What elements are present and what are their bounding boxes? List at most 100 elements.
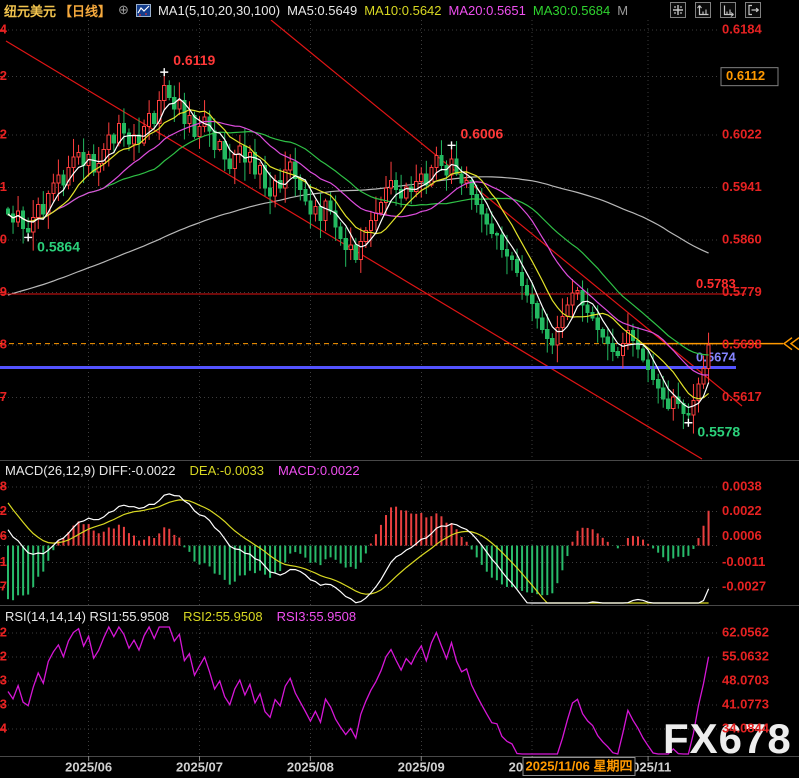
- candle-body: [495, 234, 498, 235]
- timeframe-m-label[interactable]: M: [617, 3, 628, 18]
- candle-body: [657, 379, 660, 387]
- rsi1-label: RSI(14,14,14) RSI1:55.9508: [5, 609, 169, 624]
- candle-body: [520, 272, 523, 285]
- crosshair-move-icon[interactable]: [670, 2, 686, 18]
- candle-body: [319, 206, 322, 220]
- candle-body: [243, 146, 246, 162]
- candle-body: [153, 114, 156, 124]
- candle-body: [289, 162, 292, 170]
- rsi2-label: RSI2:55.9508: [183, 609, 263, 624]
- candle-body: [112, 135, 115, 143]
- candle-body: [344, 239, 347, 250]
- symbol-name[interactable]: 纽元美元: [4, 1, 56, 20]
- candle-body: [435, 156, 438, 168]
- candle-body: [546, 329, 549, 338]
- macd-chart-panel[interactable]: 0.00380.00380.00220.00220.00060.0006-0.0…: [0, 480, 799, 605]
- candle-body: [77, 152, 80, 157]
- y-axis-label-clipped: 0.0006: [0, 528, 7, 543]
- candle-body: [379, 202, 382, 212]
- y-axis-label: 55.0632: [722, 648, 769, 663]
- candle-body: [641, 349, 644, 360]
- exit-fullscreen-icon[interactable]: [745, 2, 761, 18]
- period-label[interactable]: 【日线】: [59, 1, 111, 20]
- y-axis-label-clipped: 0.6184: [0, 21, 8, 36]
- chart-type-icon[interactable]: [136, 4, 151, 17]
- y-axis-label: 34.0844: [722, 720, 770, 735]
- candle-body: [490, 224, 493, 234]
- dea-line: [8, 500, 709, 603]
- candle-body: [450, 159, 453, 175]
- y-axis-zoom-icon[interactable]: [695, 2, 711, 18]
- x-axis-zoom-icon[interactable]: [720, 2, 736, 18]
- y-axis-label-clipped: 34.0844: [0, 720, 8, 735]
- y-axis-label-clipped: 0.5617: [0, 389, 7, 404]
- candle-body: [531, 295, 534, 303]
- candle-body: [208, 117, 211, 131]
- x-axis-label: 2025/06: [65, 759, 112, 774]
- candle-body: [107, 135, 110, 149]
- candle-body: [672, 397, 675, 409]
- candle-body: [218, 141, 221, 149]
- y-axis-label-clipped: 55.0632: [0, 648, 7, 663]
- crosshair-date-label: 2025/11/06 星期四: [526, 758, 633, 773]
- macd-header: MACD(26,12,9) DIFF:-0.0022 DEA:-0.0033 M…: [5, 463, 360, 478]
- swing-point-cross-icon: [24, 233, 32, 241]
- candle-body: [510, 256, 513, 259]
- candle-body: [601, 329, 604, 337]
- candle-body: [687, 414, 690, 415]
- candle-body: [178, 101, 181, 109]
- candle-body: [576, 291, 579, 294]
- macd-histogram: [8, 507, 709, 601]
- candle-body: [339, 227, 342, 239]
- y-axis-label: 0.5698: [722, 336, 762, 351]
- candle-body: [646, 360, 649, 370]
- rsi-chart-panel[interactable]: FX67862.056262.056255.063255.063248.0703…: [0, 625, 799, 756]
- macd-dea-label: DEA:-0.0033: [190, 463, 264, 478]
- y-axis-label-clipped: 41.0773: [0, 696, 7, 711]
- candle-body: [37, 204, 40, 217]
- price-chart-panel[interactable]: 0.57830.56740.58640.61190.60060.55780.61…: [0, 20, 799, 460]
- candle-body: [515, 259, 518, 272]
- y-axis-label: 0.0006: [722, 528, 762, 543]
- candle-body: [445, 165, 448, 175]
- candle-body: [274, 180, 277, 196]
- swing-price-label: 0.6119: [173, 52, 215, 68]
- candle-body: [505, 250, 508, 256]
- toolbar-icons: [670, 2, 761, 18]
- y-axis-label-clipped: 0.5860: [0, 231, 7, 246]
- y-axis-label: 41.0773: [722, 696, 769, 711]
- candle-body: [369, 221, 372, 231]
- candle-body: [148, 114, 151, 127]
- candle-body: [485, 214, 488, 224]
- rsi-header: RSI(14,14,14) RSI1:55.9508 RSI2:55.9508 …: [5, 609, 356, 624]
- y-axis-label-clipped: -0.0011: [0, 554, 7, 569]
- x-axis-label: 2025/08: [287, 759, 334, 774]
- candle-body: [586, 305, 589, 313]
- y-axis-label: -0.0027: [722, 579, 766, 594]
- candle-body: [606, 337, 609, 343]
- candle-body: [571, 293, 574, 305]
- x-axis-bar[interactable]: 2025/062025/072025/082025/092025/102025/…: [0, 756, 799, 778]
- y-axis-label-clipped: 0.0022: [0, 503, 7, 518]
- swing-point-cross-icon: [160, 68, 168, 76]
- candle-body: [394, 180, 397, 189]
- candle-body: [6, 209, 9, 214]
- y-axis-label: 62.0562: [722, 625, 769, 639]
- crosshair-price-label: 0.6112: [726, 68, 765, 83]
- candle-body: [611, 344, 614, 352]
- candle-body: [72, 157, 75, 167]
- swing-price-label: 0.5864: [37, 238, 80, 254]
- candle-body: [662, 388, 665, 399]
- candle-body: [420, 174, 423, 182]
- candle-body: [309, 201, 312, 214]
- add-indicator-icon[interactable]: ⊕: [118, 2, 129, 18]
- y-axis-label: 0.0022: [722, 503, 762, 518]
- candle-body: [42, 204, 45, 214]
- candle-body: [304, 189, 307, 201]
- candle-body: [707, 345, 710, 368]
- ma30-value: MA30:0.5684: [533, 3, 610, 18]
- candle-body: [526, 285, 529, 295]
- y-axis-label-clipped: 48.0703: [0, 672, 7, 687]
- chart-app: 纽元美元 【日线】 ⊕ MA1(5,10,20,30,100) MA5:0.56…: [0, 0, 799, 778]
- y-axis-label: 0.6184: [722, 21, 763, 36]
